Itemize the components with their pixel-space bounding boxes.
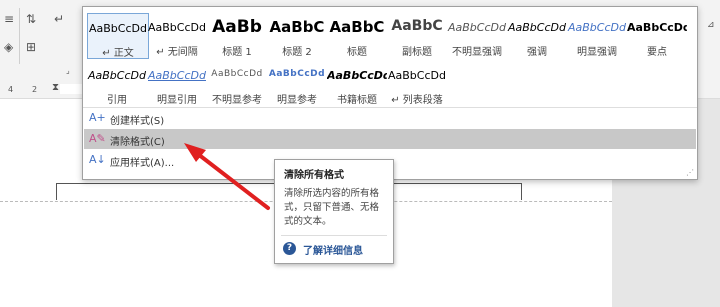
annotation-arrow — [184, 143, 270, 210]
arrow-shaft — [192, 149, 270, 210]
